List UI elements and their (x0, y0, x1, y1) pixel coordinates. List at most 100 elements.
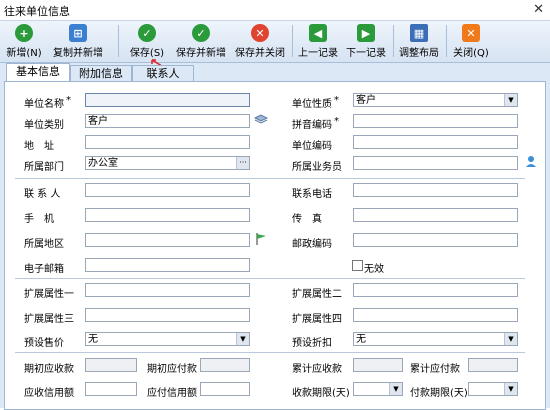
flag-icon[interactable] (254, 232, 268, 246)
mobile-input[interactable] (85, 208, 250, 222)
unit-code-input[interactable] (353, 135, 518, 149)
book-icon[interactable] (254, 114, 268, 126)
toolbar-separator (118, 25, 119, 57)
preset-discount-select[interactable]: 无 ▼ (353, 332, 518, 346)
preset-discount-value: 无 (356, 334, 366, 345)
chevron-down-icon: ▼ (504, 94, 517, 106)
chevron-down-icon: ▼ (504, 333, 517, 345)
save-new-button[interactable]: ✓ 保存并新增 (174, 23, 228, 60)
acc-payable-input[interactable] (468, 358, 518, 372)
recv-credit-input[interactable] (85, 382, 137, 396)
tab-basic-info[interactable]: 基本信息 (6, 63, 70, 82)
copy-icon: ⊞ (69, 24, 87, 42)
recv-credit-label: 应收信用额 (24, 388, 74, 399)
title-bar: 往来单位信息 ✕ (0, 0, 550, 21)
preset-price-value: 无 (88, 334, 98, 345)
tab-contacts[interactable]: 联系人 (132, 65, 194, 82)
pinyin-code-input[interactable] (353, 114, 518, 128)
ext2-input[interactable] (353, 283, 518, 297)
address-input[interactable] (85, 135, 250, 149)
save-label: 保存(S) (129, 48, 165, 59)
window-close-icon[interactable]: ✕ (533, 2, 544, 17)
acc-payable-label: 累计应付款 (410, 364, 460, 375)
cancel-icon: ✕ (251, 24, 269, 42)
next-record-label: 下一记录 (346, 48, 386, 59)
region-input[interactable] (85, 233, 250, 247)
fax-label: 传 真 (292, 214, 322, 225)
salesperson-input[interactable] (353, 156, 518, 170)
unit-category-input[interactable]: 客户 (85, 114, 250, 128)
department-label: 所属部门 (24, 162, 64, 173)
init-receivable-input[interactable] (85, 358, 137, 372)
preset-discount-label: 预设折扣 (292, 338, 332, 349)
tab-bar: 基本信息 附加信息 联系人 (0, 63, 550, 82)
chevron-down-icon: ▼ (389, 383, 402, 395)
toolbar: + 新增(N) ⊞ 复制并新增 ✓ 保存(S) ✓ 保存并新增 ✕ 保存并关闭 … (0, 21, 550, 63)
toolbar-separator (393, 25, 394, 57)
postcode-input[interactable] (353, 233, 518, 247)
acc-receivable-input[interactable] (353, 358, 403, 372)
unit-nature-label: 单位性质 (292, 99, 332, 110)
new-button[interactable]: + 新增(N) (6, 23, 42, 60)
prev-icon: ◀ (309, 24, 327, 42)
window: 往来单位信息 ✕ + 新增(N) ⊞ 复制并新增 ✓ 保存(S) ✓ 保存并新增… (0, 0, 550, 410)
next-icon: ▶ (357, 24, 375, 42)
department-value: 办公室 (88, 158, 118, 169)
prev-record-button[interactable]: ◀ 上一记录 (297, 23, 339, 60)
copy-new-button[interactable]: ⊞ 复制并新增 (48, 23, 108, 60)
pay-credit-input[interactable] (200, 382, 250, 396)
ext2-label: 扩展属性二 (292, 289, 342, 300)
pinyin-code-label: 拼音编码 (292, 120, 332, 131)
ext4-input[interactable] (353, 308, 518, 322)
window-title: 往来单位信息 (4, 5, 70, 18)
init-payable-label: 期初应付款 (147, 364, 197, 375)
grid-icon: ▦ (410, 24, 428, 42)
next-record-button[interactable]: ▶ 下一记录 (345, 23, 387, 60)
phone-input[interactable] (353, 183, 518, 197)
contact-label: 联 系 人 (24, 189, 61, 200)
department-input[interactable]: 办公室 ··· (85, 156, 250, 170)
ext1-label: 扩展属性一 (24, 289, 74, 300)
ellipsis-icon[interactable]: ··· (236, 157, 249, 169)
ext3-label: 扩展属性三 (24, 314, 74, 325)
close-button[interactable]: ✕ 关闭(Q) (452, 23, 490, 60)
save-close-label: 保存并关闭 (235, 48, 285, 59)
salesperson-label: 所属业务员 (292, 162, 342, 173)
invalid-checkbox[interactable] (352, 260, 363, 271)
region-label: 所属地区 (24, 239, 64, 250)
unit-category-label: 单位类别 (24, 120, 64, 131)
unit-nature-select[interactable]: 客户 ▼ (353, 93, 518, 107)
tab-additional-info[interactable]: 附加信息 (70, 65, 132, 82)
contact-input[interactable] (85, 183, 250, 197)
preset-price-select[interactable]: 无 ▼ (85, 332, 250, 346)
chevron-down-icon: ▼ (504, 383, 517, 395)
recv-term-select[interactable]: ▼ (353, 382, 403, 396)
unit-nature-value: 客户 (356, 95, 376, 106)
phone-label: 联系电话 (292, 189, 332, 200)
pay-credit-label: 应付信用额 (147, 388, 197, 399)
prev-record-label: 上一记录 (298, 48, 338, 59)
ext4-label: 扩展属性四 (292, 314, 342, 325)
email-label: 电子邮箱 (24, 264, 64, 275)
pay-term-select[interactable]: ▼ (468, 382, 518, 396)
toolbar-separator (292, 25, 293, 57)
ext3-input[interactable] (85, 308, 250, 322)
unit-name-input[interactable] (85, 93, 250, 107)
save-close-button[interactable]: ✕ 保存并关闭 (233, 23, 287, 60)
divider (15, 352, 525, 353)
adjust-layout-button[interactable]: ▦ 调整布局 (398, 23, 440, 60)
required-mark: * (334, 95, 339, 106)
divider (15, 178, 525, 179)
toolbar-separator (446, 25, 447, 57)
init-receivable-label: 期初应收款 (24, 364, 74, 375)
close-icon: ✕ (462, 24, 480, 42)
fax-input[interactable] (353, 208, 518, 222)
init-payable-input[interactable] (200, 358, 250, 372)
unit-code-label: 单位编码 (292, 141, 332, 152)
recv-term-label: 收款期限(天) (292, 388, 350, 399)
ext1-input[interactable] (85, 283, 250, 297)
save-new-label: 保存并新增 (176, 48, 226, 59)
save-button[interactable]: ✓ 保存(S) (128, 23, 166, 60)
person-icon[interactable] (525, 155, 537, 168)
email-input[interactable] (85, 258, 250, 272)
